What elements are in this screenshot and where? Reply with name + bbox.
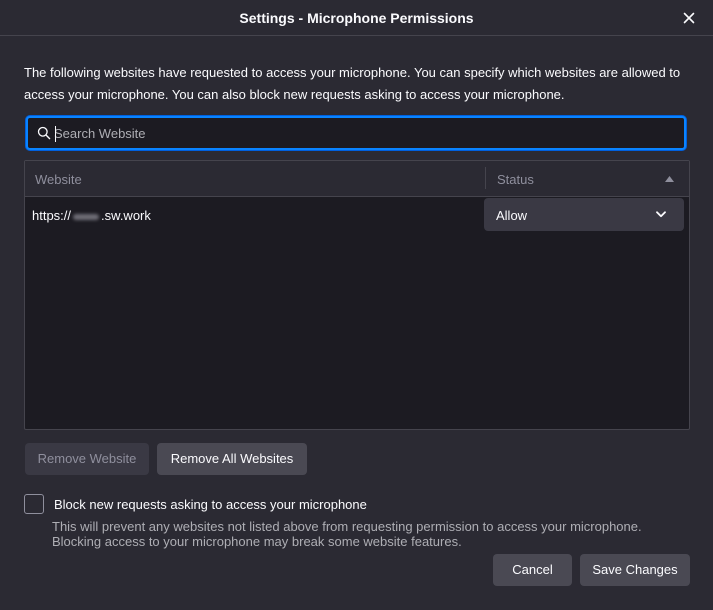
search-input[interactable] xyxy=(54,118,674,148)
block-requests-checkbox[interactable] xyxy=(24,494,44,514)
dialog-title: Settings - Microphone Permissions xyxy=(239,10,474,26)
search-icon xyxy=(37,126,51,140)
close-button[interactable] xyxy=(679,8,699,28)
remove-all-websites-button[interactable]: Remove All Websites xyxy=(157,443,307,475)
table-row[interactable]: https:// .sw.work Allow xyxy=(25,197,689,233)
status-dropdown[interactable]: Allow xyxy=(484,198,684,231)
search-box[interactable] xyxy=(26,116,686,150)
dialog-titlebar: Settings - Microphone Permissions xyxy=(0,0,713,36)
chevron-down-icon xyxy=(656,211,666,218)
column-header-website[interactable]: Website xyxy=(35,172,82,187)
column-header-status[interactable]: Status xyxy=(497,172,534,187)
remove-website-button[interactable]: Remove Website xyxy=(25,443,149,475)
cancel-button[interactable]: Cancel xyxy=(493,554,572,586)
website-url-prefix: https:// xyxy=(32,208,72,223)
dialog-description: The following websites have requested to… xyxy=(24,65,681,102)
status-value: Allow xyxy=(496,208,528,223)
website-url: https:// .sw.work xyxy=(32,208,151,223)
block-description-line-1: This will prevent any websites not liste… xyxy=(52,519,642,534)
website-url-suffix: .sw.work xyxy=(101,208,151,223)
text-caret xyxy=(55,126,56,142)
website-table: Website Status https:// .sw.work Allow xyxy=(24,160,690,430)
redacted-text xyxy=(73,213,100,220)
permissions-dialog: Settings - Microphone Permissions The fo… xyxy=(0,0,713,610)
table-header: Website Status xyxy=(25,161,689,197)
save-changes-button[interactable]: Save Changes xyxy=(580,554,690,586)
block-description-line-2: Blocking access to your microphone may b… xyxy=(52,534,462,549)
sort-up-icon[interactable] xyxy=(665,176,674,182)
column-divider xyxy=(485,167,486,189)
close-icon xyxy=(683,12,695,24)
block-requests-description: This will prevent any websites not liste… xyxy=(52,519,692,549)
block-requests-label[interactable]: Block new requests asking to access your… xyxy=(54,497,367,512)
